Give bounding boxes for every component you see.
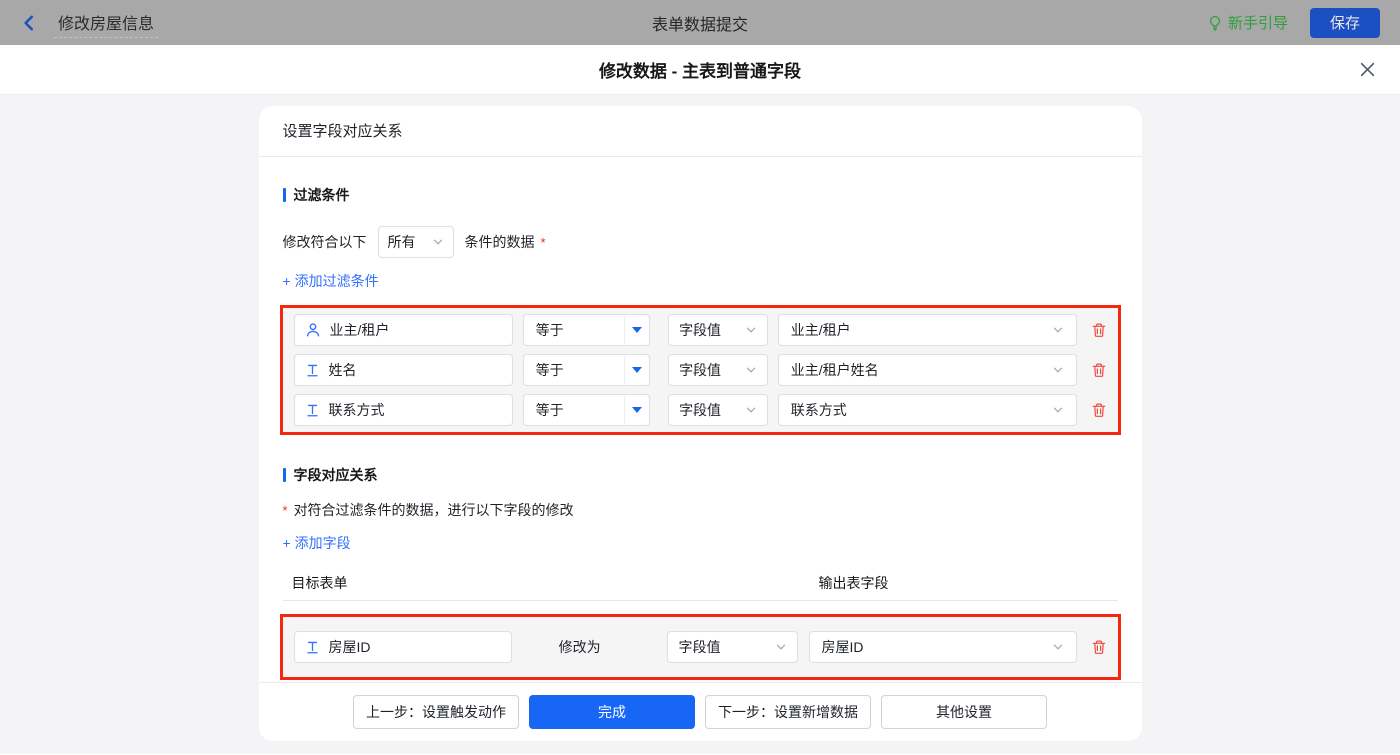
filter-condition-row: 业主/租户 等于 字段值 业主/租户: [294, 314, 1107, 346]
value-field-select[interactable]: 房屋ID: [809, 631, 1077, 663]
text-field-icon: [305, 640, 320, 655]
caret-down-icon: [632, 367, 642, 373]
add-field-link[interactable]: + 添加字段: [283, 533, 351, 553]
field-input[interactable]: 姓名: [294, 354, 513, 386]
text-field-icon: [305, 363, 320, 378]
mapping-column-headers: 目标表单 输出表字段: [283, 573, 1118, 593]
modal-body: 设置字段对应关系 过滤条件 修改符合以下 所有 条件的数据 * + 添加过滤条: [0, 95, 1400, 754]
filter-condition-row: 联系方式 等于 字段值 联系方式: [294, 394, 1107, 426]
delete-row-icon[interactable]: [1091, 362, 1107, 378]
top-bar: 修改房屋信息 表单数据提交 新手引导 保存: [0, 0, 1400, 45]
field-input[interactable]: 联系方式: [294, 394, 513, 426]
beginner-guide-link[interactable]: 新手引导: [1207, 12, 1288, 33]
output-field-header: 输出表字段: [819, 573, 889, 593]
beginner-guide-label: 新手引导: [1228, 12, 1288, 33]
chevron-down-icon: [1052, 364, 1064, 376]
target-form-header: 目标表单: [292, 573, 348, 593]
match-condition-line: 修改符合以下 所有 条件的数据 *: [283, 226, 1118, 258]
mapping-row: 房屋ID 修改为 字段值 房屋ID: [294, 631, 1107, 663]
field-input[interactable]: 业主/租户: [294, 314, 513, 346]
close-icon[interactable]: [1359, 61, 1376, 78]
match-prefix-label: 修改符合以下: [283, 232, 367, 252]
save-button[interactable]: 保存: [1310, 8, 1380, 38]
add-filter-condition-link[interactable]: + 添加过滤条件: [283, 271, 379, 291]
value-type-select[interactable]: 字段值: [667, 631, 797, 663]
operator-dropdown-button[interactable]: [624, 394, 649, 426]
header-divider: [283, 600, 1118, 601]
delete-row-icon[interactable]: [1091, 402, 1107, 418]
operator-dropdown-button[interactable]: [624, 314, 649, 346]
mapping-description: * 对符合过滤条件的数据，进行以下字段的修改: [283, 500, 1118, 520]
section-marker: [283, 188, 286, 202]
mapping-highlight-box: 房屋ID 修改为 字段值 房屋ID: [280, 614, 1121, 680]
done-button[interactable]: 完成: [529, 695, 695, 729]
filter-section-title: 过滤条件: [283, 185, 1118, 205]
chevron-down-icon: [745, 364, 757, 376]
operator-dropdown-button[interactable]: [624, 354, 649, 386]
required-asterisk: *: [283, 503, 288, 518]
card-footer: 上一步：设置触发动作 完成 下一步：设置新增数据 其他设置: [259, 682, 1142, 741]
match-mode-select[interactable]: 所有: [378, 226, 454, 258]
caret-down-icon: [632, 327, 642, 333]
bulb-icon: [1207, 15, 1223, 31]
value-type-select[interactable]: 字段值: [668, 314, 768, 346]
topbar-title: 表单数据提交: [0, 11, 1400, 35]
mapping-section-title: 字段对应关系: [283, 465, 1118, 485]
modal: 修改数据 - 主表到普通字段 设置字段对应关系 过滤条件 修改符合以下 所有: [0, 45, 1400, 755]
value-type-select[interactable]: 字段值: [668, 394, 768, 426]
chevron-down-icon: [1052, 324, 1064, 336]
next-step-button[interactable]: 下一步：设置新增数据: [705, 695, 871, 729]
card-title: 设置字段对应关系: [259, 106, 1142, 157]
chevron-down-icon: [745, 324, 757, 336]
value-type-select[interactable]: 字段值: [668, 354, 768, 386]
modify-to-label: 修改为: [558, 637, 602, 657]
field-input[interactable]: 房屋ID: [294, 631, 512, 663]
modal-header: 修改数据 - 主表到普通字段: [0, 45, 1400, 95]
other-settings-button[interactable]: 其他设置: [881, 695, 1047, 729]
required-asterisk: *: [541, 235, 546, 250]
filter-conditions-highlight-box: 业主/租户 等于 字段值 业主/租户: [280, 305, 1121, 435]
chevron-down-icon: [775, 641, 787, 653]
back-icon[interactable]: [20, 14, 38, 32]
chevron-down-icon: [432, 236, 444, 248]
value-field-select[interactable]: 业主/租户姓名: [778, 354, 1077, 386]
modal-title: 修改数据 - 主表到普通字段: [599, 57, 801, 82]
text-field-icon: [305, 403, 320, 418]
chevron-down-icon: [1052, 404, 1064, 416]
flow-name[interactable]: 修改房屋信息: [54, 8, 158, 38]
match-suffix-label: 条件的数据: [465, 232, 535, 252]
user-icon: [305, 322, 321, 338]
delete-row-icon[interactable]: [1091, 322, 1107, 338]
chevron-down-icon: [745, 404, 757, 416]
value-field-select[interactable]: 联系方式: [778, 394, 1077, 426]
settings-card: 设置字段对应关系 过滤条件 修改符合以下 所有 条件的数据 * + 添加过滤条: [259, 106, 1142, 741]
prev-step-button[interactable]: 上一步：设置触发动作: [353, 695, 519, 729]
delete-row-icon[interactable]: [1091, 639, 1107, 655]
operator-select[interactable]: 等于: [523, 314, 650, 346]
chevron-down-icon: [1052, 641, 1064, 653]
value-field-select[interactable]: 业主/租户: [778, 314, 1077, 346]
section-marker: [283, 468, 286, 482]
filter-condition-row: 姓名 等于 字段值 业主/租户姓名: [294, 354, 1107, 386]
operator-select[interactable]: 等于: [523, 394, 650, 426]
operator-select[interactable]: 等于: [523, 354, 650, 386]
caret-down-icon: [632, 407, 642, 413]
